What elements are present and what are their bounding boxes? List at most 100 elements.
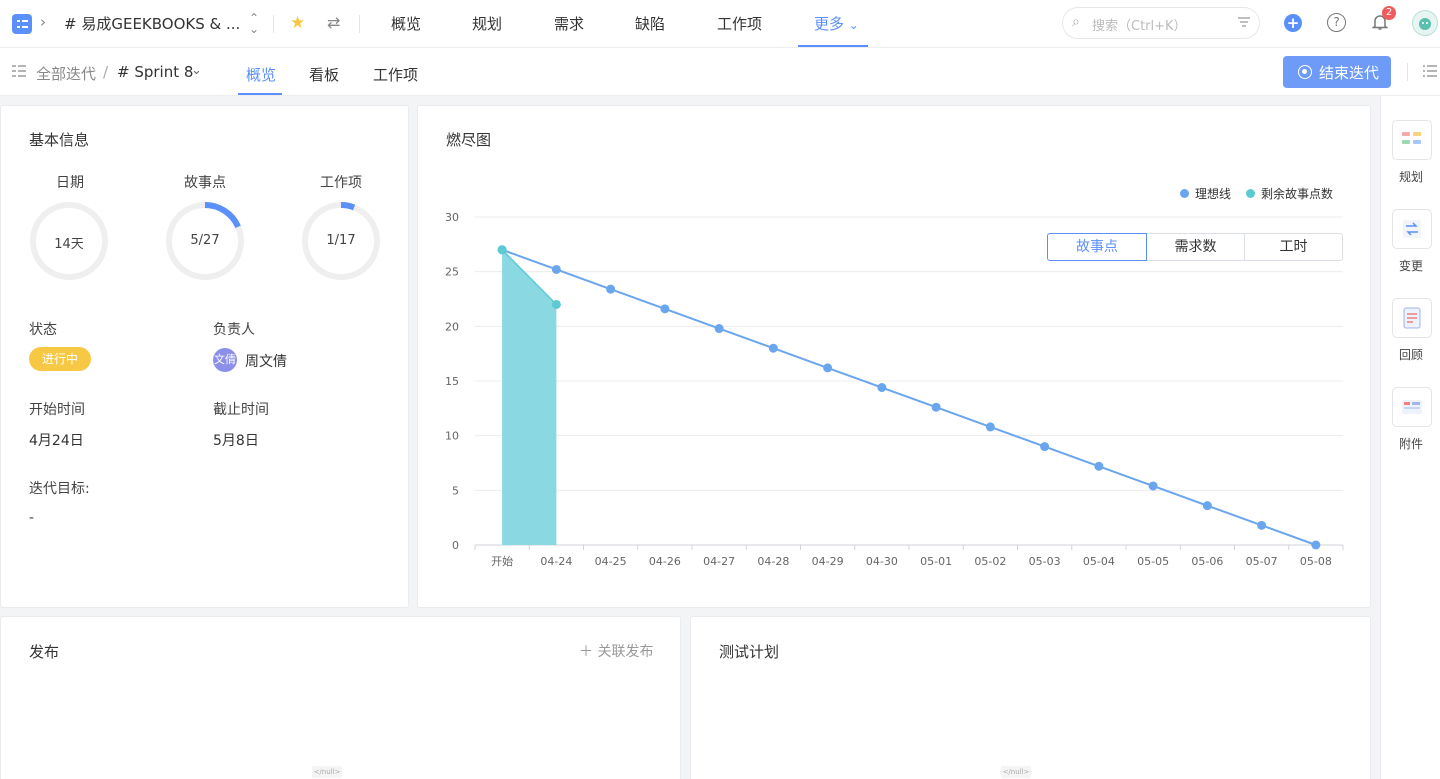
project-name[interactable]: # 易成GEEKBOOKS & ... (64, 13, 240, 34)
help-icon[interactable]: ? (1327, 13, 1346, 32)
ideal-point (985, 422, 995, 432)
x-tick-label: 04-29 (812, 555, 844, 568)
nav-defects[interactable]: 缺陷 (635, 13, 665, 34)
nav-requirements[interactable]: 需求 (554, 13, 584, 34)
chevron-down-icon: ⌄ (848, 18, 859, 32)
ideal-point (1257, 520, 1267, 530)
filter-icon[interactable] (1237, 15, 1251, 29)
empty-placeholder: </null> (1001, 766, 1031, 778)
test-plan-card: 测试计划 </null> (690, 616, 1371, 779)
owner-name[interactable]: 周文倩 (245, 351, 287, 371)
y-tick-label: 10 (445, 430, 459, 443)
y-tick-label: 5 (452, 484, 459, 497)
review-icon[interactable] (1392, 298, 1432, 338)
owner-avatar: 文倩 (213, 348, 237, 372)
start-time-value[interactable]: 4月24日 (29, 430, 84, 450)
y-tick-label: 30 (445, 211, 459, 224)
goal-value[interactable]: - (29, 510, 34, 526)
star-icon[interactable]: ★ (290, 13, 305, 33)
attachment-icon[interactable] (1392, 387, 1432, 427)
x-tick-label: 04-24 (540, 555, 572, 568)
ideal-point (660, 304, 670, 314)
link-release-button[interactable]: ＋ 关联发布 (579, 641, 653, 661)
ideal-line (501, 248, 1317, 546)
divider (1407, 63, 1408, 81)
empty-placeholder: </null> (312, 766, 342, 778)
metric-date-label: 日期 (56, 175, 84, 191)
x-tick-label: 04-26 (649, 555, 681, 568)
settings-sliders-icon[interactable]: ⇄ (327, 13, 340, 32)
ideal-point (823, 363, 833, 373)
y-tick-label: 0 (452, 539, 459, 552)
x-tick-label: 05-01 (920, 555, 952, 568)
breadcrumb-separator: / (103, 63, 109, 81)
end-time-value[interactable]: 5月8日 (213, 430, 259, 450)
ideal-point (931, 402, 941, 412)
plus-icon: ＋ (579, 644, 593, 660)
ideal-point (606, 284, 616, 294)
tab-overview[interactable]: 概览 (246, 64, 276, 85)
x-tick-label: 05-06 (1191, 555, 1223, 568)
nav-active-indicator (798, 45, 868, 47)
nav-more[interactable]: 更多 ⌄ (814, 13, 859, 34)
ideal-point (551, 264, 561, 274)
ideal-point (877, 383, 887, 393)
release-title: 发布 (29, 643, 60, 661)
test-plan-title: 测试计划 (719, 643, 780, 661)
sidebar-item-attachment[interactable]: 附件 (1381, 435, 1440, 452)
top-navigation-bar: › # 易成GEEKBOOKS & ... ⌃ ⌄ ★ ⇄ 概览 规划 需求 缺陷… (0, 0, 1440, 48)
app-icon[interactable] (12, 14, 32, 34)
list-view-icon[interactable] (1423, 65, 1437, 77)
y-tick-label: 20 (445, 320, 459, 333)
basic-info-card: 基本信息 日期 14天 故事点 5/27 工作项 1/17 状态 进行中 负责人… (0, 105, 409, 608)
x-tick-label: 05-07 (1246, 555, 1278, 568)
sprint-selector[interactable]: # Sprint 8 (117, 63, 193, 81)
end-time-label: 截止时间 (213, 402, 269, 418)
all-iterations-link[interactable]: 全部迭代 (36, 63, 96, 84)
create-plus-icon[interactable]: + (1284, 14, 1302, 32)
start-time-label: 开始时间 (29, 402, 85, 418)
user-avatar[interactable] (1412, 10, 1438, 36)
metric-date-value: 14天 (54, 237, 84, 252)
segment-story-points[interactable]: 故事点 (1047, 233, 1147, 261)
nav-more-label: 更多 (814, 15, 845, 33)
nav-planning[interactable]: 规划 (472, 13, 502, 34)
sidebar-item-plan[interactable]: 规划 (1381, 168, 1440, 185)
divider (273, 15, 274, 33)
sidebar-item-review[interactable]: 回顾 (1381, 346, 1440, 363)
x-tick-label: 05-05 (1137, 555, 1169, 568)
nav-overview[interactable]: 概览 (391, 13, 421, 34)
tab-work-items[interactable]: 工作项 (373, 64, 418, 85)
status-badge[interactable]: 进行中 (29, 347, 91, 371)
tab-kanban[interactable]: 看板 (309, 64, 339, 85)
goal-label: 迭代目标: (29, 481, 90, 497)
y-tick-label: 15 (445, 375, 459, 388)
chevron-down-icon[interactable]: ⌄ (191, 63, 202, 78)
sidebar-item-change[interactable]: 变更 (1381, 257, 1440, 274)
remaining-point (497, 245, 507, 255)
search-box[interactable]: ⌕ 搜索（Ctrl+K） (1062, 7, 1260, 39)
basic-info-title: 基本信息 (29, 131, 90, 149)
x-tick-label: 05-03 (1029, 555, 1061, 568)
ideal-point (1311, 540, 1321, 550)
ideal-point (1202, 501, 1212, 511)
nav-work-items[interactable]: 工作项 (717, 13, 762, 34)
owner-label: 负责人 (213, 322, 255, 338)
x-tick-label: 04-30 (866, 555, 898, 568)
end-iteration-button[interactable]: 结束迭代 (1283, 56, 1391, 88)
metric-work-items-label: 工作项 (320, 175, 362, 191)
ideal-point (1094, 461, 1104, 471)
chevron-right-icon: › (40, 13, 46, 31)
divider (359, 15, 360, 33)
ideal-point (768, 343, 778, 353)
burndown-chart: 0 5 10 15 20 25 30 开始 04-24 04-25 04-26 04-27 04-28 0… (445, 211, 1344, 568)
metric-work-items-value: 1/17 (326, 233, 356, 248)
plan-icon[interactable] (1392, 120, 1432, 160)
change-icon[interactable] (1392, 209, 1432, 249)
switch-project-icon[interactable]: ⌃ ⌄ (248, 12, 260, 35)
ideal-point (714, 324, 724, 334)
ideal-point (1040, 442, 1050, 452)
iteration-list-icon[interactable] (12, 65, 26, 77)
search-icon: ⌕ (1072, 14, 1080, 30)
y-tick-label: 25 (445, 266, 459, 279)
